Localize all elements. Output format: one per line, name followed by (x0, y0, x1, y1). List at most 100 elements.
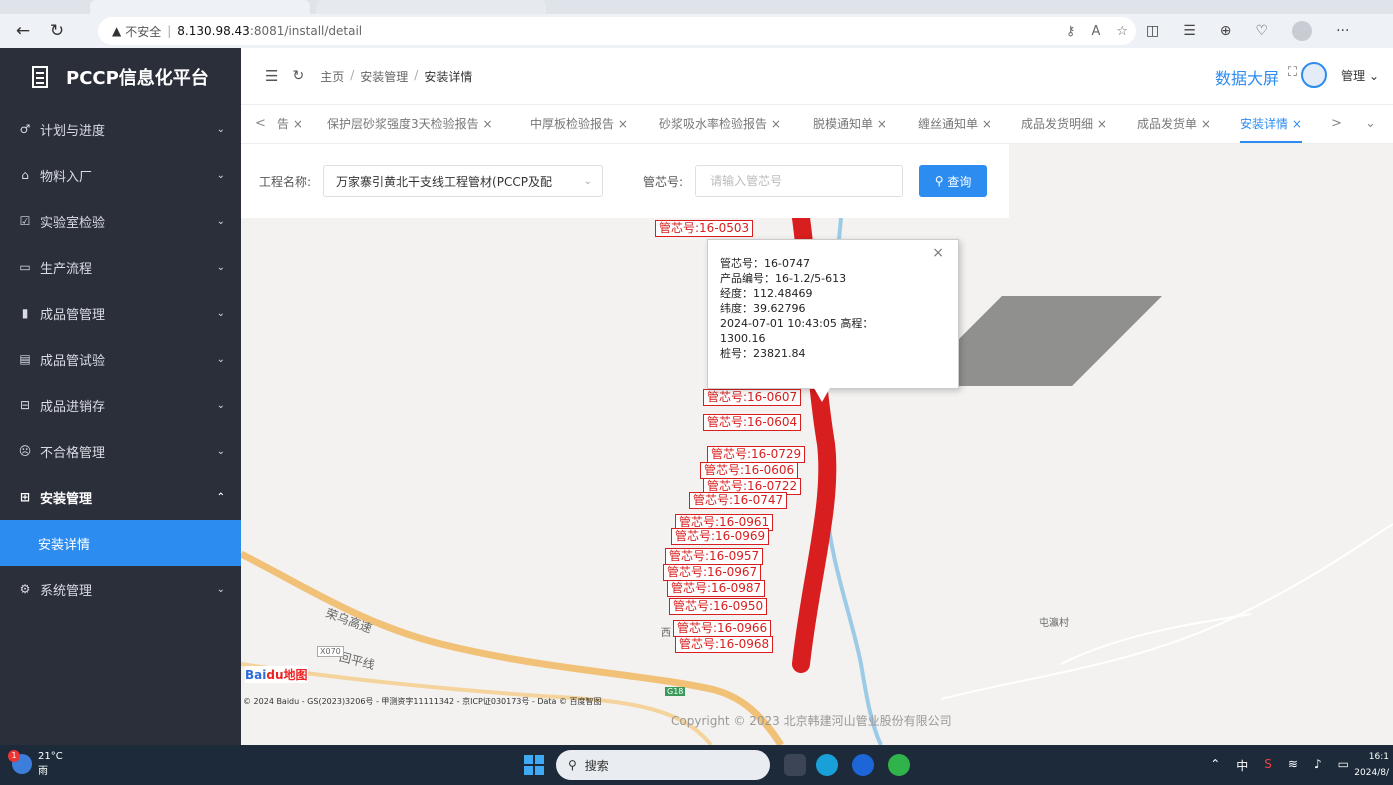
tab-water-absorption[interactable]: 砂浆吸水率检验报告 × (659, 105, 781, 143)
chevron-down-icon: ⌄ (216, 261, 225, 273)
close-icon[interactable]: × (482, 117, 492, 131)
close-icon[interactable]: × (877, 117, 887, 131)
volume-icon[interactable]: ♪ (1314, 757, 1322, 774)
close-icon[interactable]: × (932, 246, 944, 261)
sidebar-item-install[interactable]: ⊞ 安装管理 ⌃ (0, 474, 241, 520)
key-icon[interactable]: ⚷ (1066, 24, 1076, 39)
taskbar-search[interactable]: ⚲ 搜索 (556, 750, 770, 780)
favorites-icon[interactable]: ☰ (1183, 23, 1196, 39)
browser-tab[interactable] (90, 0, 310, 14)
fullscreen-icon[interactable]: ⛶ (1288, 65, 1297, 80)
browser-tab[interactable] (316, 0, 546, 14)
sidebar-item-inventory[interactable]: ⊟ 成品进销存 ⌄ (0, 382, 241, 428)
pipe-marker-label[interactable]: 管芯号:16-0957 (665, 548, 764, 565)
windows-start-icon[interactable] (524, 755, 544, 775)
ime-indicator[interactable]: 中 (1236, 757, 1248, 774)
production-icon: ▭ (19, 260, 31, 274)
close-icon[interactable]: × (1097, 117, 1107, 131)
pipe-marker-label[interactable]: 管芯号:16-0607 (703, 389, 802, 406)
tab-shipping-detail[interactable]: 成品发货明细 × (1021, 105, 1107, 143)
sidebar-item-pipe[interactable]: ▮ 成品管管理 ⌄ (0, 290, 241, 336)
tab-install-detail[interactable]: 安装详情 × (1240, 105, 1302, 143)
back-icon[interactable]: ← (6, 16, 40, 46)
query-button[interactable]: ⚲ 查询 (919, 165, 988, 197)
big-screen-link[interactable]: 数据大屏 (1215, 65, 1279, 89)
breadcrumb-current: 安装详情 (424, 69, 473, 84)
refresh-icon[interactable]: ↻ (292, 68, 304, 84)
sidebar-item-production[interactable]: ▭ 生产流程 ⌄ (0, 244, 241, 290)
pipe-marker-label[interactable]: 管芯号:16-0950 (669, 598, 768, 615)
sidebar-item-label: 实验室检验 (40, 215, 106, 231)
collections-icon[interactable]: ⊕ (1220, 23, 1232, 39)
tray-chevron-up-icon[interactable]: ⌃ (1210, 757, 1220, 774)
chevron-down-icon: ⌄ (216, 399, 225, 411)
favorite-star-icon[interactable]: ☆ (1116, 24, 1128, 39)
sidebar-item-plan[interactable]: ♂ 计划与进度 ⌄ (0, 106, 241, 152)
close-icon[interactable]: × (293, 117, 303, 131)
pipe-marker-label[interactable]: 管芯号:16-0729 (707, 446, 806, 463)
map[interactable]: 管芯号:16-0503 管芯号:16-0607 管芯号:16-0604 管芯号:… (241, 144, 1393, 745)
sidebar-item-test[interactable]: ▤ 成品管试验 ⌄ (0, 336, 241, 382)
material-icon: ⌂ (21, 168, 29, 182)
pipe-number-input[interactable] (695, 165, 904, 197)
tabs-next-icon[interactable]: > (1331, 105, 1342, 143)
tab-demold-notice[interactable]: 脱模通知单 × (813, 105, 887, 143)
tab-winding-notice[interactable]: 缠丝通知单 × (918, 105, 992, 143)
sidebar-item-unqualified[interactable]: ☹ 不合格管理 ⌄ (0, 428, 241, 474)
pipe-marker-label[interactable]: 管芯号:16-0968 (675, 636, 774, 653)
tabs-prev-icon[interactable]: < (255, 105, 266, 143)
menu-fold-icon[interactable]: ☰ (265, 67, 278, 85)
reload-icon[interactable]: ↻ (40, 16, 74, 46)
pipe-label: 管芯号: (643, 174, 684, 189)
performance-icon[interactable]: ♡ (1256, 23, 1269, 39)
tab-shipping-order[interactable]: 成品发货单 × (1137, 105, 1211, 143)
sidebar-item-material[interactable]: ⌂ 物料入厂 ⌄ (0, 152, 241, 198)
project-select[interactable]: 万家寨引黄北干支线工程管材(PCCP及配 ⌄ (323, 165, 604, 197)
clock[interactable]: 16:1 2024/8/ (1354, 749, 1389, 781)
taskbar-search-label: 搜索 (584, 758, 609, 773)
pipe-marker-label[interactable]: 管芯号:16-0604 (703, 414, 802, 431)
tabs-menu-chevron-icon[interactable]: ⌄ (1365, 105, 1376, 143)
antivirus-icon[interactable]: S (1264, 757, 1272, 774)
breadcrumb-install[interactable]: 安装管理 (360, 68, 408, 85)
close-icon[interactable]: × (771, 117, 781, 131)
pipe-marker-label[interactable]: 管芯号:16-0969 (671, 528, 770, 545)
pipe-marker-label[interactable]: 管芯号:16-0747 (689, 492, 788, 509)
url-separator: | (167, 24, 172, 38)
pipe-marker-label[interactable]: 管芯号:16-0503 (655, 220, 754, 237)
tab-mortar-strength[interactable]: 保护层砂浆强度3天检验报告 × (327, 105, 493, 143)
sidebar-item-install-detail[interactable]: 安装详情 (0, 520, 241, 566)
taskbar: 21°C 雨 ⚲ 搜索 ⌃ 中 S ≋ ♪ ▭ 16:1 2024/8/ (0, 745, 1393, 785)
taskbar-app-icon[interactable] (784, 754, 806, 776)
read-aloud-icon[interactable]: A (1091, 24, 1100, 39)
edge-browser-icon[interactable] (816, 754, 838, 776)
sidebar-item-system[interactable]: ⚙ 系统管理 ⌄ (0, 566, 241, 612)
url-bar[interactable]: ▲ 不安全 | 8.130.98.43 :8081/install/detail… (98, 17, 1136, 45)
tab-report-fragment[interactable]: 告 × (277, 105, 303, 143)
avatar[interactable] (1301, 62, 1327, 88)
split-screen-icon[interactable]: ◫ (1146, 23, 1159, 39)
pipe-marker-label[interactable]: 管芯号:16-0966 (673, 620, 772, 637)
battery-icon[interactable]: ▭ (1338, 757, 1349, 774)
close-icon[interactable]: × (618, 117, 628, 131)
search-icon: ⚲ (934, 174, 948, 188)
sidebar-item-lab[interactable]: ☑ 实验室检验 ⌄ (0, 198, 241, 244)
user-menu[interactable]: 管理 ⌄ (1341, 67, 1379, 84)
pipe-marker-label[interactable]: 管芯号:16-0606 (700, 462, 799, 479)
query-button-label: 查询 (947, 174, 972, 189)
close-icon[interactable]: × (982, 117, 992, 131)
wechat-icon[interactable] (888, 754, 910, 776)
pipe-marker-label[interactable]: 管芯号:16-0987 (667, 580, 766, 597)
close-icon[interactable]: × (1201, 117, 1211, 131)
popup-product-code: 产品编号：16-1.2/5-613 (720, 272, 847, 285)
pipe-marker-label[interactable]: 管芯号:16-0967 (663, 564, 762, 581)
page-tabs: < 告 × 保护层砂浆强度3天检验报告 × 中厚板检验报告 × 砂浆吸水率检验报… (241, 104, 1393, 144)
tab-plate-report[interactable]: 中厚板检验报告 × (530, 105, 628, 143)
more-icon[interactable]: ··· (1336, 23, 1349, 39)
profile-icon[interactable] (1292, 21, 1313, 41)
close-icon[interactable]: × (1292, 117, 1302, 131)
wifi-icon[interactable]: ≋ (1288, 757, 1298, 774)
weather-widget[interactable]: 21°C 雨 (8, 750, 63, 777)
search-app-icon[interactable] (852, 754, 874, 776)
breadcrumb-home[interactable]: 主页 (320, 68, 344, 85)
